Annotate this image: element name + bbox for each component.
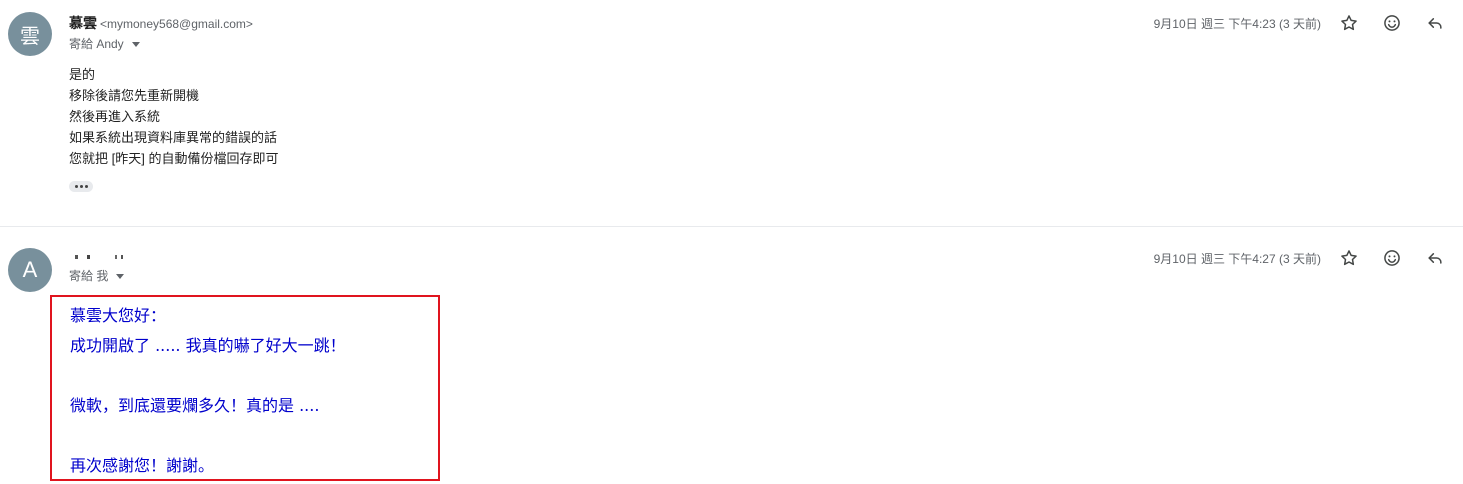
- smiley-icon[interactable]: [1378, 9, 1406, 37]
- recipient-line: 寄給 我: [69, 268, 133, 284]
- chevron-down-icon[interactable]: [131, 41, 140, 47]
- body-line: [70, 361, 346, 391]
- message-meta: 9月10日 週三 下午4:27 (3 天前): [1154, 244, 1463, 272]
- message-meta: 9月10日 週三 下午4:23 (3 天前): [1154, 9, 1463, 37]
- message-date: 9月10日 週三 下午4:27 (3 天前): [1153, 251, 1321, 266]
- message-header: 寄給 我: [69, 246, 133, 284]
- star-icon[interactable]: [1335, 9, 1363, 37]
- star-icon[interactable]: [1335, 244, 1363, 272]
- body-line: [70, 421, 346, 451]
- reply-icon[interactable]: [1421, 9, 1449, 37]
- body-line: 移除後請您先重新開機: [69, 88, 200, 103]
- recipient-label: 寄給 Andy: [69, 37, 124, 51]
- message-header: 慕雲 <mymoney568@gmail.com> 寄給 Andy: [69, 13, 253, 52]
- message-2: A 寄給 我 9月10日 週三 下午4:27 (3 天前) 慕雲大您好： 成功開…: [0, 227, 1463, 484]
- chevron-down-icon[interactable]: [116, 273, 125, 279]
- ellipsis-icon[interactable]: [69, 181, 93, 192]
- smiley-icon[interactable]: [1378, 244, 1406, 272]
- message-date: 9月10日 週三 下午4:23 (3 天前): [1153, 16, 1321, 31]
- message-1: 雲 慕雲 <mymoney568@gmail.com> 寄給 Andy 9月10日…: [0, 0, 1463, 227]
- sender-name[interactable]: 慕雲: [69, 15, 97, 31]
- message-body: 慕雲大您好： 成功開啟了 ..... 我真的嚇了好大一跳！ 微軟，到底還要爛多久…: [70, 301, 346, 481]
- sender-email: <mymoney568@gmail.com>: [100, 17, 253, 31]
- body-line: 如果系統出現資料庫異常的錯誤的話: [69, 130, 278, 145]
- body-line: 您就把 [昨天] 的自動備份檔回存即可: [69, 151, 279, 166]
- avatar[interactable]: A: [8, 248, 52, 292]
- body-line: 然後再進入系統: [69, 109, 161, 124]
- recipient-line: 寄給 Andy: [69, 36, 253, 52]
- reply-icon[interactable]: [1421, 244, 1449, 272]
- body-line: 是的: [69, 67, 96, 82]
- avatar[interactable]: 雲: [8, 12, 52, 56]
- sender-name-redacted[interactable]: [69, 249, 133, 266]
- sender-line: [69, 246, 133, 266]
- email-thread: 雲 慕雲 <mymoney568@gmail.com> 寄給 Andy 9月10日…: [0, 0, 1463, 484]
- body-line: 再次感謝您！謝謝。: [70, 456, 215, 475]
- recipient-label: 寄給 我: [69, 269, 109, 283]
- body-line: 慕雲大您好：: [70, 306, 167, 325]
- body-line: 微軟，到底還要爛多久！真的是 ....: [70, 396, 320, 415]
- message-body: 是的 移除後請您先重新開機 然後再進入系統 如果系統出現資料庫異常的錯誤的話 您…: [69, 64, 278, 169]
- body-line: 成功開啟了 ..... 我真的嚇了好大一跳！: [70, 336, 346, 355]
- sender-line: 慕雲 <mymoney568@gmail.com>: [69, 13, 253, 34]
